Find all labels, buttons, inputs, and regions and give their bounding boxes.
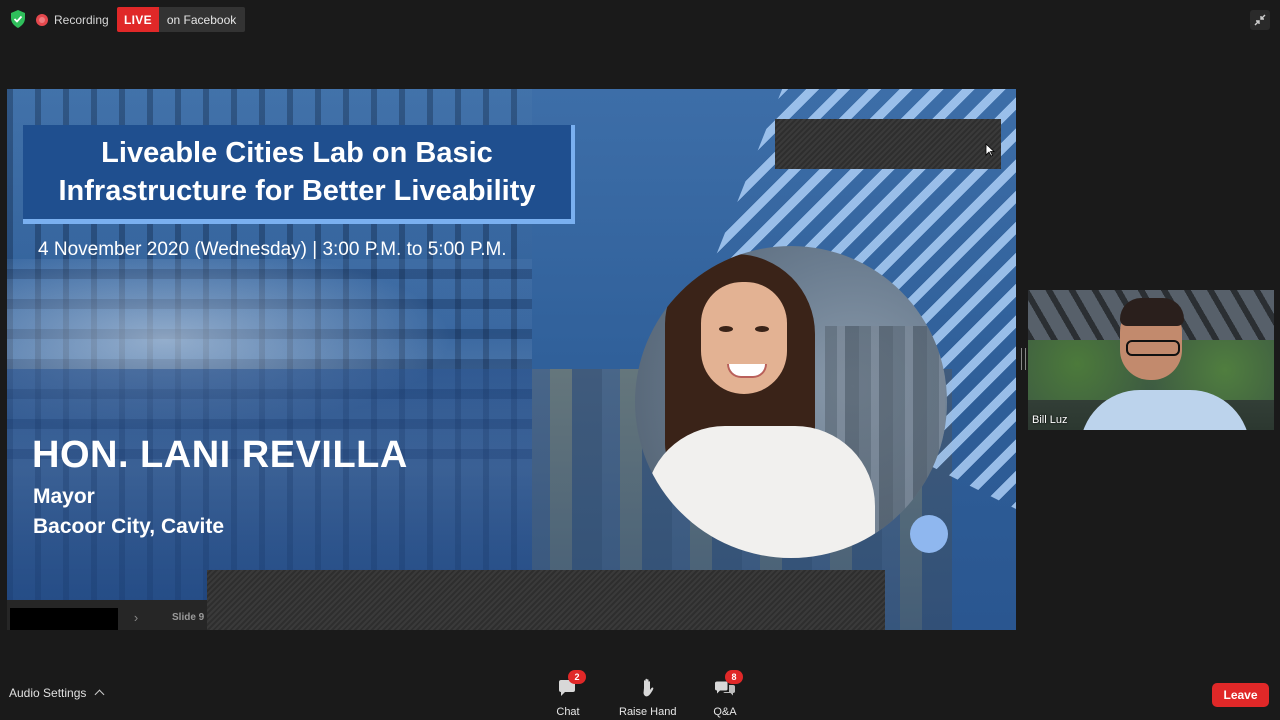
bottom-toolbar: Audio Settings 2 Chat Raise Hand 8 Q&A L… bbox=[0, 670, 1280, 720]
record-dot-icon bbox=[36, 14, 48, 26]
panel-splitter-handle[interactable] bbox=[1021, 348, 1026, 370]
slide-number: Slide 9 bbox=[172, 612, 205, 623]
participant-name-label: Bill Luz bbox=[1032, 414, 1068, 426]
mouse-cursor-icon bbox=[985, 143, 995, 157]
live-badge: LIVE bbox=[117, 7, 159, 32]
redacted-area bbox=[10, 608, 118, 630]
slide-speaker-role: Mayor bbox=[33, 485, 95, 508]
portrait-blouse bbox=[645, 426, 875, 558]
redacted-area bbox=[207, 570, 885, 630]
leave-button[interactable]: Leave bbox=[1212, 683, 1269, 707]
slide-title-box: Liveable Cities Lab on Basic Infrastruct… bbox=[23, 125, 575, 224]
slide-speaker-name: HON. LANI REVILLA bbox=[32, 434, 408, 476]
top-bar: Recording LIVE on Facebook bbox=[0, 0, 1280, 40]
recording-indicator[interactable]: Recording bbox=[36, 8, 109, 32]
participant-glasses bbox=[1126, 340, 1180, 356]
slide-title-line-2: Infrastructure for Better Liveability bbox=[58, 175, 536, 207]
redacted-area bbox=[775, 119, 1001, 169]
chevron-up-icon bbox=[94, 689, 105, 700]
participant-hair bbox=[1120, 298, 1184, 326]
portrait-eye bbox=[719, 326, 733, 332]
raise-hand-button[interactable]: Raise Hand bbox=[619, 676, 676, 718]
audio-settings-button[interactable]: Audio Settings bbox=[9, 686, 105, 700]
shared-screen[interactable]: Liveable Cities Lab on Basic Infrastruct… bbox=[7, 89, 1016, 630]
next-slide-icon[interactable]: › bbox=[127, 609, 145, 627]
participant-video-tile[interactable] bbox=[1028, 290, 1274, 430]
hand-icon bbox=[643, 678, 654, 697]
slide-event-date: 4 November 2020 (Wednesday) | 3:00 P.M. … bbox=[38, 239, 507, 260]
exit-fullscreen-icon[interactable] bbox=[1250, 10, 1270, 30]
slide-speaker-location: Bacoor City, Cavite bbox=[33, 515, 224, 538]
presentation-nav-bar: › Slide 9 bbox=[7, 600, 207, 630]
live-target: on Facebook bbox=[158, 7, 246, 32]
raise-hand-label: Raise Hand bbox=[619, 706, 677, 718]
qa-unread-badge: 8 bbox=[725, 670, 743, 684]
chat-button[interactable]: 2 Chat bbox=[556, 670, 586, 718]
chat-label: Chat bbox=[556, 706, 580, 718]
qa-label: Q&A bbox=[713, 706, 737, 718]
live-stream-indicator[interactable]: LIVE on Facebook bbox=[117, 7, 246, 32]
audio-settings-label: Audio Settings bbox=[9, 686, 87, 700]
recording-label: Recording bbox=[54, 13, 109, 27]
portrait-eye bbox=[755, 326, 769, 332]
zoom-meeting-window: Recording LIVE on Facebook Liveable Citi… bbox=[0, 0, 1280, 720]
speaker-portrait bbox=[635, 246, 947, 558]
shield-check-icon[interactable] bbox=[10, 10, 26, 28]
qa-button[interactable]: 8 Q&A bbox=[713, 670, 743, 718]
slide-blue-dot-decoration bbox=[910, 515, 948, 553]
slide-title-line-1: Liveable Cities Lab on Basic bbox=[101, 137, 493, 169]
chat-unread-badge: 2 bbox=[568, 670, 586, 684]
